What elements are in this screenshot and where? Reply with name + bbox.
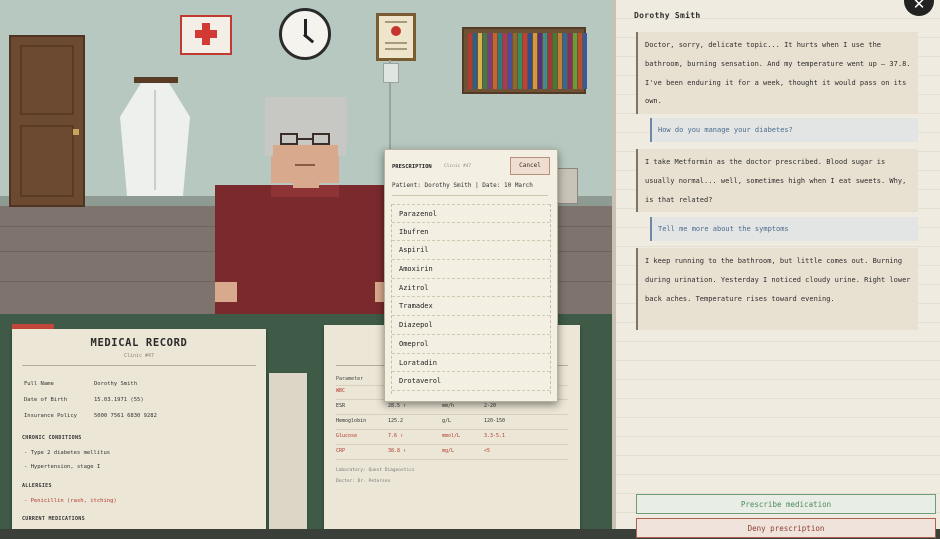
chronic-conditions-heading: CHRONIC CONDITIONS bbox=[22, 435, 82, 441]
clinic-scene: MEDICAL RECORD Clinic #47 Full Name Dorot… bbox=[0, 0, 612, 529]
lab-cell-ref: 3.3-5.1 bbox=[484, 433, 506, 439]
lab-cell-value: 28.5 ↑ bbox=[388, 403, 407, 409]
record-clinic: Clinic #47 bbox=[123, 353, 155, 359]
bookshelf bbox=[462, 27, 587, 94]
medication-option[interactable]: Ibufren bbox=[392, 223, 550, 242]
wall-clock-icon bbox=[279, 8, 331, 60]
patient-message: I keep running to the bathroom, but litt… bbox=[636, 248, 918, 330]
medication-option[interactable]: Aspiril bbox=[392, 241, 550, 261]
lab-cell-ref: 2-20 bbox=[484, 403, 497, 409]
medical-record-card[interactable]: MEDICAL RECORD Clinic #47 Full Name Dorot… bbox=[12, 329, 266, 529]
prescribe-medication-button[interactable]: Prescribe medication bbox=[636, 494, 936, 514]
medication-option[interactable]: Loratadin bbox=[392, 354, 550, 373]
medication-option[interactable]: Azitrol bbox=[392, 279, 550, 298]
medical-cross-sign bbox=[180, 15, 232, 55]
chronic-condition: - Type 2 diabetes mellitus bbox=[24, 450, 111, 456]
lab-cell-name: CRP bbox=[336, 448, 346, 454]
diploma-frame bbox=[376, 13, 416, 61]
lab-name: Laboratory: Quest Diagnostics bbox=[336, 468, 415, 473]
allergy-item: - Penicillin (rash, itching) bbox=[24, 498, 117, 504]
prescription-patient-line: Patient: Dorothy Smith | Date: 10 March bbox=[392, 182, 533, 189]
lab-cell-value: 38.8 ↑ bbox=[388, 448, 407, 454]
door bbox=[9, 35, 85, 207]
lab-cell-unit: mm/h bbox=[442, 403, 455, 409]
cancel-button[interactable]: Cancel bbox=[510, 157, 550, 175]
lab-cell-value: 7.6 ↑ bbox=[388, 433, 404, 439]
lab-cell-name: WBC bbox=[336, 388, 346, 394]
lab-cell-name: Glucose bbox=[336, 433, 358, 439]
medication-list: Parazenol Ibufren Aspiril Amoxirin Azitr… bbox=[391, 204, 551, 394]
medication-option[interactable]: Diazepol bbox=[392, 316, 550, 335]
lab-cell-value: 125.2 bbox=[388, 418, 404, 424]
medication-option[interactable]: Parazenol bbox=[392, 204, 550, 223]
lab-doctor: Doctor: Dr. Peterson bbox=[336, 479, 391, 484]
lab-cell-unit: mg/L bbox=[442, 448, 455, 454]
current-medications-heading: CURRENT MEDICATIONS bbox=[22, 516, 85, 522]
dialogue-panel: Dorothy Smith Doctor, sorry, delicate to… bbox=[612, 0, 940, 538]
chronic-condition: - Hypertension, stage I bbox=[24, 464, 101, 470]
medication-option[interactable]: Omeprol bbox=[392, 335, 550, 354]
lab-cell-unit: mmol/L bbox=[442, 433, 461, 439]
coat-hanger bbox=[134, 77, 178, 83]
paper-sheet[interactable] bbox=[269, 373, 307, 529]
deny-prescription-button[interactable]: Deny prescription bbox=[636, 518, 936, 538]
allergies-heading: ALLERGIES bbox=[22, 483, 52, 489]
lab-cell-name: ESR bbox=[336, 403, 346, 409]
iv-bag bbox=[383, 63, 399, 83]
prescription-modal: PRESCRIPTION Clinic #47 Cancel Patient: … bbox=[384, 149, 558, 402]
prescription-clinic: Clinic #47 bbox=[444, 164, 472, 169]
patient-name: Dorothy Smith bbox=[634, 11, 701, 20]
doctor-question[interactable]: Tell me more about the symptoms bbox=[650, 217, 918, 241]
doctor-question[interactable]: How do you manage your diabetes? bbox=[650, 118, 918, 142]
prescription-title: PRESCRIPTION bbox=[392, 164, 432, 170]
medication-option[interactable]: Tramadex bbox=[392, 297, 550, 317]
patient-message: Doctor, sorry, delicate topic... It hurt… bbox=[636, 32, 918, 114]
lab-column-header: Parameter bbox=[336, 376, 364, 382]
lab-cell-ref: 120-150 bbox=[484, 418, 506, 424]
record-title: MEDICAL RECORD bbox=[90, 337, 188, 349]
lab-cell-ref: <5 bbox=[484, 448, 491, 454]
medication-option[interactable]: Amoxirin bbox=[392, 260, 550, 279]
lab-cell-name: Hemoglobin bbox=[336, 418, 367, 424]
lab-cell-unit: g/L bbox=[442, 418, 452, 424]
medication-option[interactable]: Drotaverol bbox=[392, 372, 550, 391]
patient-message: I take Metformin as the doctor prescribe… bbox=[636, 149, 918, 212]
